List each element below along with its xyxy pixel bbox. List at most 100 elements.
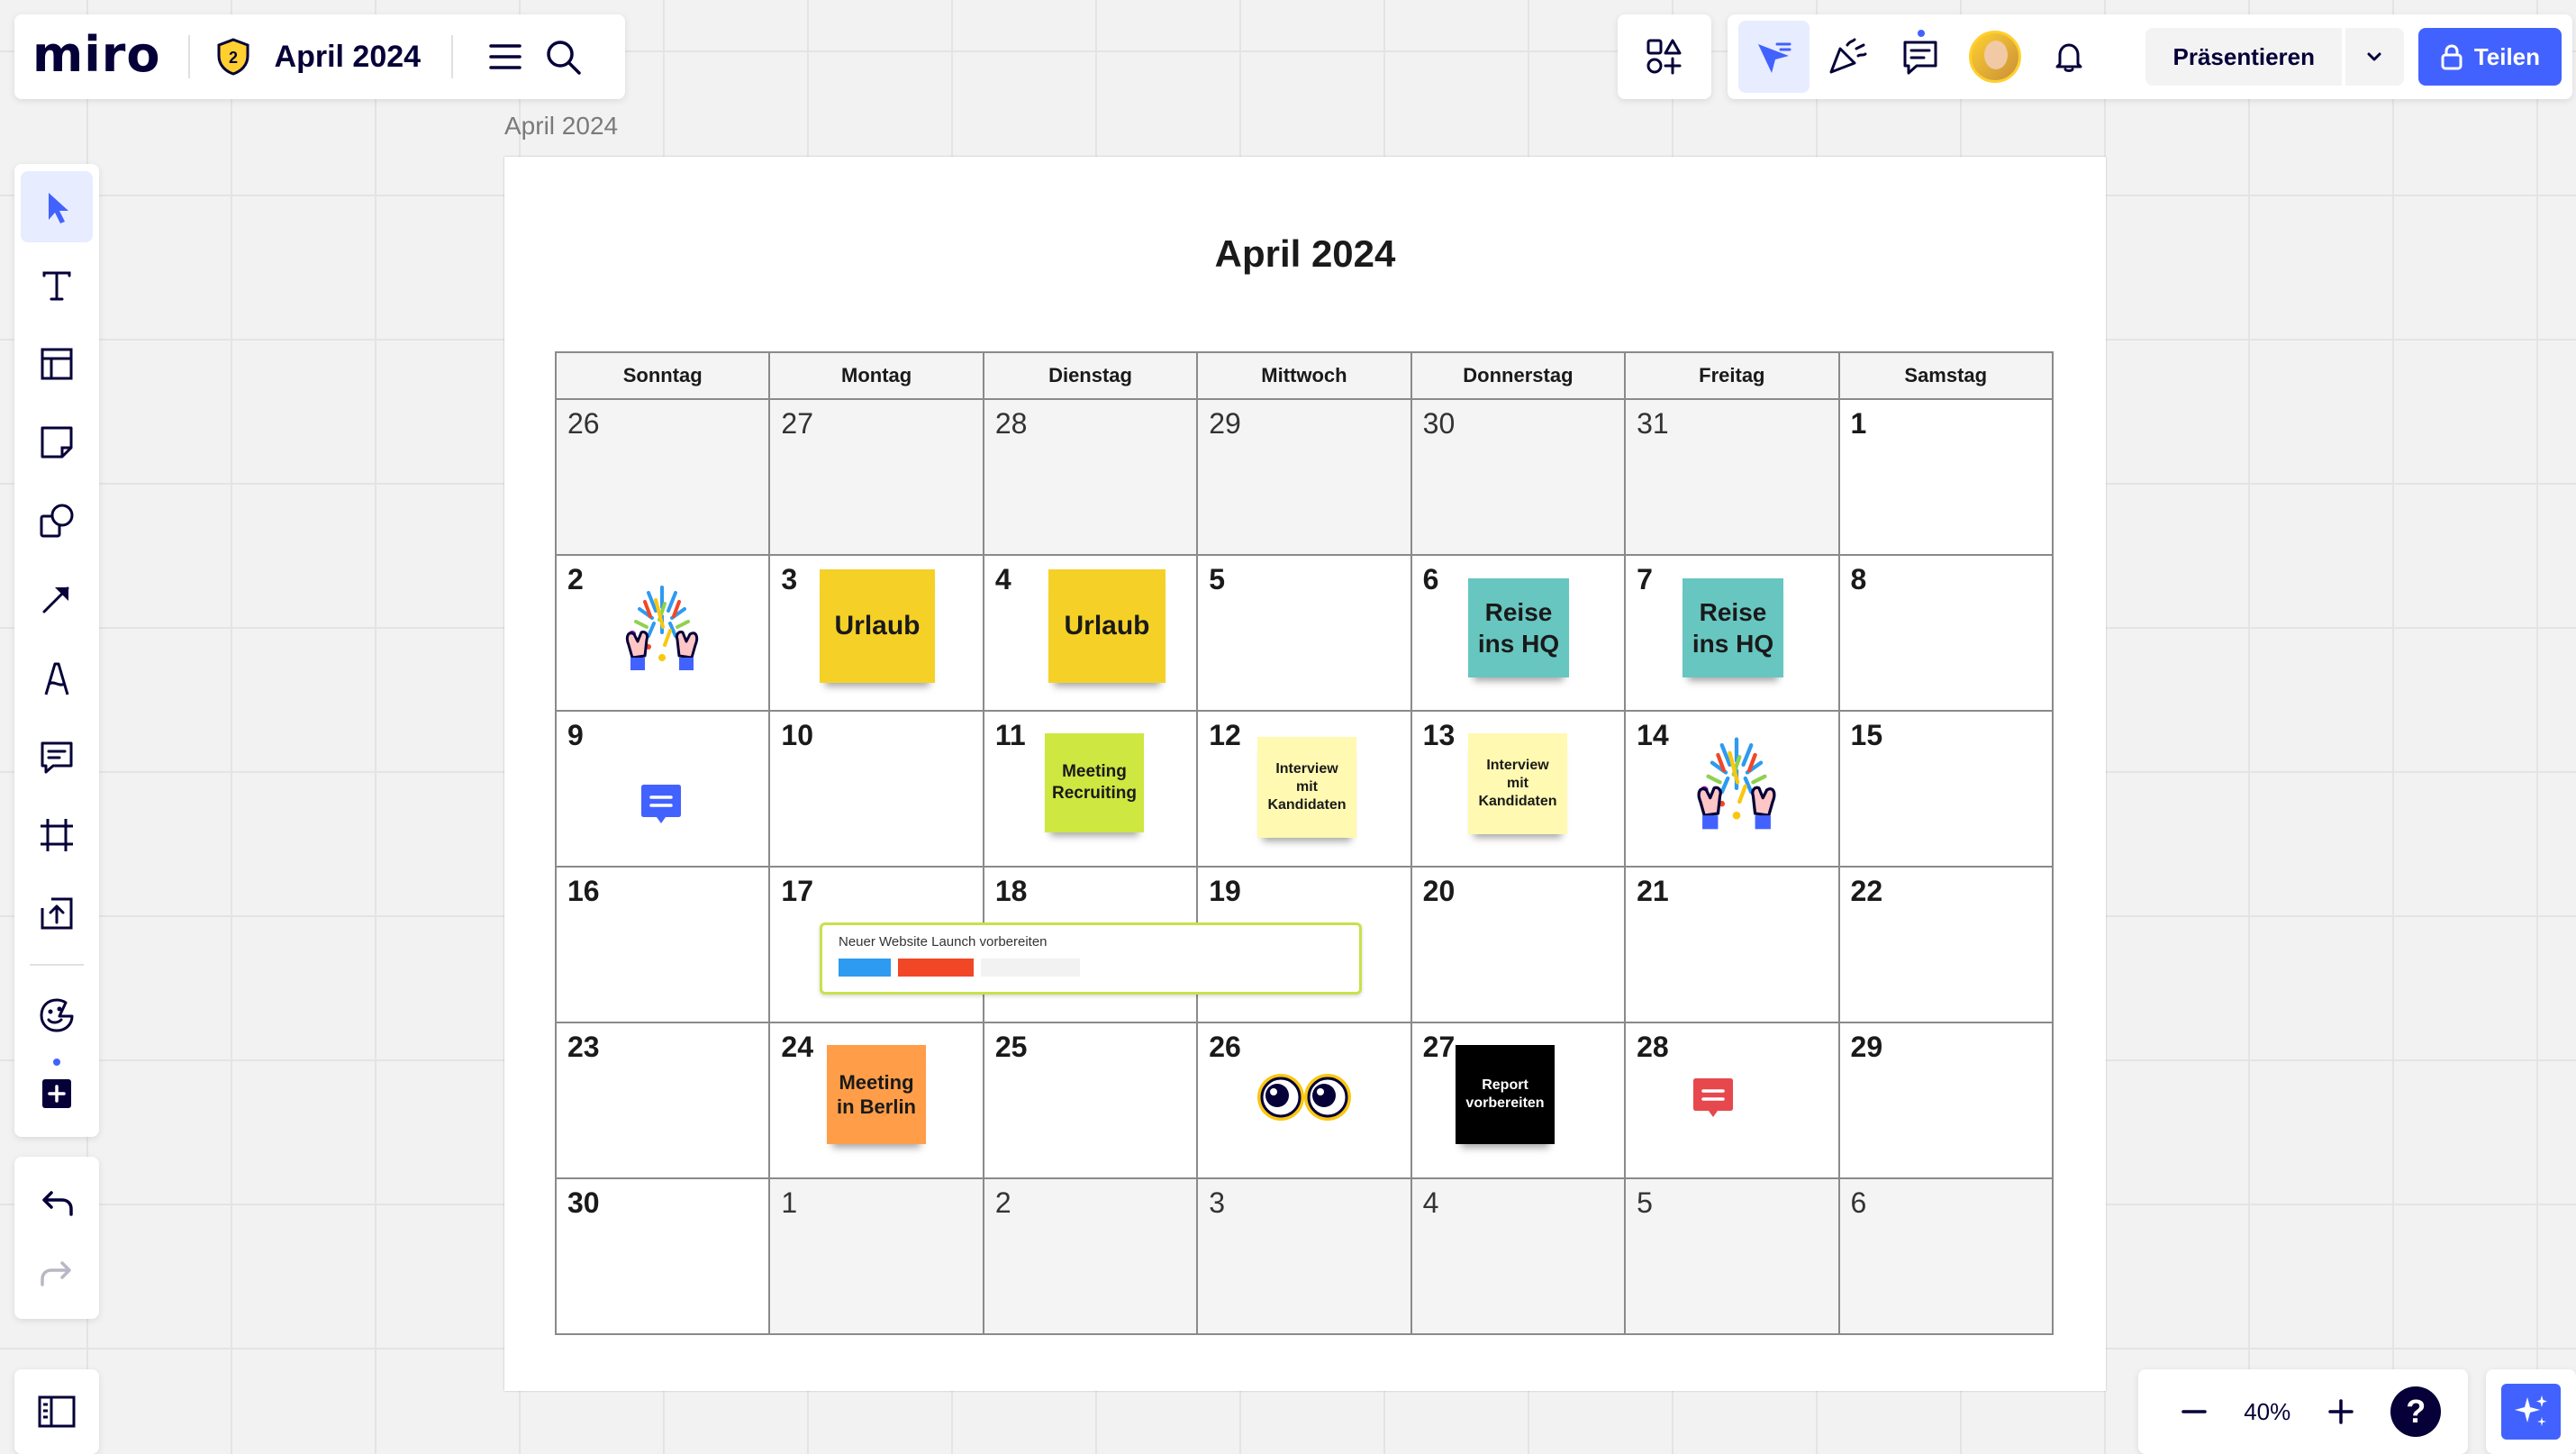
sticky-note-reise-hq[interactable]: Reise ins HQ <box>1683 578 1783 677</box>
search-button[interactable] <box>534 28 592 86</box>
miro-logo[interactable]: miro <box>32 26 161 83</box>
apps-button[interactable] <box>1636 28 1693 86</box>
calendar-day-cell[interactable]: 30 <box>1410 398 1627 556</box>
eyes-sticker[interactable] <box>1256 1068 1353 1131</box>
calendar-day-cell[interactable]: 30 <box>554 1177 771 1335</box>
pen-tool[interactable] <box>21 642 93 713</box>
calendar-day-cell[interactable]: 5 <box>1196 554 1412 712</box>
pen-icon <box>44 662 69 695</box>
sticky-note-urlaub[interactable]: Urlaub <box>1048 569 1166 683</box>
help-button[interactable]: ? <box>2390 1386 2442 1437</box>
calendar-day-cell[interactable]: 29 <box>1837 1022 2054 1179</box>
stickers-tool[interactable] <box>21 980 93 1051</box>
calendar-day-cell[interactable]: 26 <box>554 398 771 556</box>
sticky-note-urlaub[interactable]: Urlaub <box>820 569 935 683</box>
calendar-day-cell[interactable]: 8 <box>1837 554 2054 712</box>
sticky-note-tool[interactable] <box>21 407 93 478</box>
calendar-day-cell[interactable]: 27 <box>768 398 984 556</box>
calendar-day-cell[interactable]: 5 <box>1624 1177 1840 1335</box>
calendar-week-row: 26 27 28 29 30 31 1 <box>554 398 2054 556</box>
more-apps-tool[interactable] <box>21 1058 93 1130</box>
notifications-button[interactable] <box>2032 21 2106 93</box>
zoom-in-button[interactable] <box>2312 1383 2370 1440</box>
text-tool[interactable] <box>21 250 93 321</box>
divider <box>30 963 84 966</box>
weekday-header: Sonntag <box>554 351 771 400</box>
calendar-day-cell[interactable]: 16 <box>554 866 771 1023</box>
frame-label[interactable]: April 2024 <box>504 112 618 141</box>
day-number: 30 <box>1422 407 1456 440</box>
user-avatar-button[interactable] <box>1958 21 2032 93</box>
ai-assist-button[interactable] <box>2501 1384 2561 1440</box>
calendar-week-row: 2345678 <box>554 554 2054 712</box>
redo-button[interactable] <box>28 1244 86 1302</box>
day-number: 25 <box>994 1031 1028 1063</box>
calendar-day-cell[interactable]: 3 <box>1196 1177 1412 1335</box>
sticky-note-meeting-recruiting[interactable]: Meeting Recruiting <box>1045 733 1144 832</box>
calendar-day-cell[interactable]: 25 <box>982 1022 1199 1179</box>
zoom-out-button[interactable] <box>2165 1383 2223 1440</box>
ai-panel <box>2486 1369 2576 1454</box>
day-number: 28 <box>1637 1031 1669 1063</box>
cursor-follow-button[interactable] <box>1738 21 1810 93</box>
cursor-filter-icon <box>1758 42 1791 73</box>
creation-toolbar <box>14 164 99 1137</box>
calendar-day-cell[interactable]: 29 <box>1196 398 1412 556</box>
present-button[interactable]: Präsentieren <box>2145 28 2343 86</box>
plan-badge-icon[interactable]: 2 <box>213 37 253 77</box>
connection-line-tool[interactable] <box>21 564 93 635</box>
calendar-day-cell[interactable]: 1 <box>768 1177 984 1335</box>
calendar-day-cell[interactable]: 20 <box>1410 866 1627 1023</box>
templates-tool[interactable] <box>21 328 93 399</box>
day-number: 9 <box>567 719 584 751</box>
calendar-day-cell[interactable]: 22 <box>1837 866 2054 1023</box>
task-card[interactable]: Neuer Website Launch vorbereiten <box>820 922 1362 995</box>
celebrate-button[interactable] <box>1810 21 1883 93</box>
comment-tool[interactable] <box>21 721 93 792</box>
share-button[interactable]: Teilen <box>2417 28 2562 86</box>
calendar-day-cell[interactable]: 2 <box>982 1177 1199 1335</box>
board-title[interactable]: April 2024 <box>275 40 422 75</box>
calendar-day-cell[interactable]: 6 <box>1837 1177 2054 1335</box>
minus-icon <box>2181 1410 2207 1413</box>
sticky-note-interview[interactable]: Interview mit Kandidaten <box>1468 733 1567 834</box>
task-segment-blue <box>839 959 891 977</box>
comment-marker[interactable] <box>638 782 685 832</box>
cursor-icon <box>49 192 68 223</box>
day-number: 23 <box>567 1031 600 1063</box>
day-number: 1 <box>1850 407 1867 440</box>
calendar-day-cell[interactable]: 21 <box>1624 866 1840 1023</box>
sticky-note-report[interactable]: Report vorbereiten <box>1456 1045 1555 1144</box>
select-tool[interactable] <box>21 171 93 243</box>
sticky-note-interview[interactable]: Interview mit Kandidaten <box>1257 737 1356 838</box>
celebration-sticker[interactable] <box>612 580 712 693</box>
calendar-day-cell[interactable]: 15 <box>1837 710 2054 868</box>
day-number: 30 <box>567 1186 600 1219</box>
calendar-day-cell[interactable]: 23 <box>554 1022 771 1179</box>
frame-tool[interactable] <box>21 799 93 870</box>
calendar-day-cell[interactable]: 31 <box>1624 398 1840 556</box>
sticky-note-meeting-berlin[interactable]: Meeting in Berlin <box>827 1045 926 1144</box>
calendar-day-cell[interactable]: 1 <box>1837 398 2054 556</box>
zoom-level[interactable]: 40% <box>2244 1398 2290 1426</box>
present-options-button[interactable] <box>2345 28 2404 86</box>
comment-marker[interactable] <box>1690 1076 1737 1125</box>
day-number: 20 <box>1422 875 1456 907</box>
celebration-sticker[interactable] <box>1683 732 1791 853</box>
eyes-icon <box>1257 1074 1351 1121</box>
menu-button[interactable] <box>476 28 534 86</box>
calendar-day-cell[interactable]: 28 <box>982 398 1199 556</box>
sidebar-toggle-button[interactable] <box>28 1383 86 1440</box>
calendar-title[interactable]: April 2024 <box>504 232 2106 276</box>
day-number: 19 <box>1209 875 1241 907</box>
day-number: 3 <box>1209 1186 1226 1219</box>
sticky-note-reise-hq[interactable]: Reise ins HQ <box>1468 578 1569 677</box>
layout-template-icon <box>41 348 73 380</box>
comments-button[interactable] <box>1883 21 1957 93</box>
frame-icon <box>41 818 73 851</box>
shapes-tool[interactable] <box>21 486 93 557</box>
undo-button[interactable] <box>28 1174 86 1231</box>
calendar-day-cell[interactable]: 10 <box>768 710 984 868</box>
upload-tool[interactable] <box>21 878 93 950</box>
calendar-day-cell[interactable]: 4 <box>1410 1177 1627 1335</box>
